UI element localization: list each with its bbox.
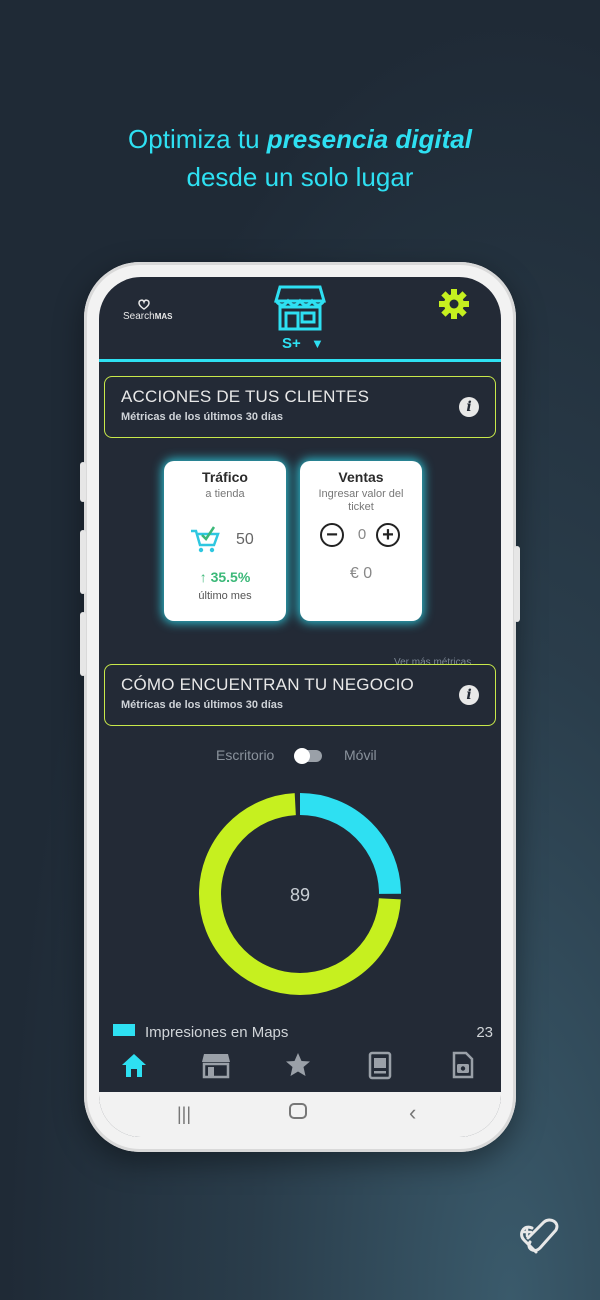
info-icon[interactable]: i (459, 685, 479, 705)
home-icon[interactable] (119, 1050, 149, 1080)
phone-side-button (80, 462, 86, 502)
traffic-card[interactable]: Tráfico a tienda 50 ↑ 35.5% último mes (164, 461, 286, 621)
phone-power-button (514, 546, 520, 622)
app-header: SearchMAS S+ ▼ (99, 277, 501, 362)
bottom-nav (99, 1042, 501, 1092)
phone-side-button (80, 530, 86, 594)
arrow-up-icon: ↑ (199, 569, 211, 585)
stepper-value[interactable]: 0 (354, 526, 370, 543)
device-toggle-row: Escritorio Móvil (99, 747, 501, 767)
recent-apps-icon[interactable]: ||| (177, 1104, 191, 1125)
header-divider (99, 359, 501, 362)
brand-heart-icon (138, 299, 150, 310)
traffic-change-value: 35.5% (210, 569, 251, 585)
section-title: ACCIONES DE TUS CLIENTES (121, 387, 370, 406)
section-title: CÓMO ENCUENTRAN TU NEGOCIO (121, 675, 414, 694)
photo-document-icon[interactable] (447, 1050, 477, 1080)
toggle-label-desktop: Escritorio (216, 747, 275, 763)
brand-name-prefix: Search (123, 311, 155, 322)
searchmas-logo-icon (520, 1218, 559, 1254)
app-screen: SearchMAS S+ ▼ ACCIONES DE TUS CLIENTES … (99, 277, 501, 1137)
section-clients-actions: ACCIONES DE TUS CLIENTES Métricas de los… (104, 376, 496, 438)
section-business-discovery: CÓMO ENCUENTRAN TU NEGOCIO Métricas de l… (104, 664, 496, 726)
traffic-change-label: último mes (198, 590, 252, 602)
store-selector-label: S+ (282, 335, 301, 352)
back-icon[interactable]: ‹ (409, 1100, 416, 1126)
legend-label: Impresiones en Maps (145, 1024, 289, 1041)
promo-line-2: desde un solo lugar (186, 162, 414, 192)
card-title: Tráfico (202, 469, 248, 485)
brand-logo: SearchMAS (123, 297, 172, 322)
document-icon[interactable] (365, 1050, 395, 1080)
store-icon[interactable] (201, 1050, 231, 1080)
gear-icon[interactable] (439, 289, 469, 319)
phone-frame: SearchMAS S+ ▼ ACCIONES DE TUS CLIENTES … (80, 262, 520, 1152)
promo-line-1-prefix: Optimiza tu (128, 124, 267, 154)
traffic-change: ↑ 35.5% (164, 569, 286, 585)
device-toggle-switch[interactable] (294, 748, 322, 764)
donut-center-value: 89 (290, 885, 310, 905)
phone-side-button (80, 612, 86, 676)
card-subtitle: Ingresar valor del ticket (318, 488, 404, 513)
minus-button[interactable]: − (320, 523, 344, 547)
chevron-down-icon: ▼ (310, 336, 324, 351)
store-icon[interactable] (274, 283, 326, 333)
traffic-value-row: 50 (190, 525, 270, 555)
plus-button[interactable]: + (376, 523, 400, 547)
ticket-stepper: − 0 + (320, 523, 404, 549)
donut-chart: 89 (199, 793, 401, 995)
store-selector[interactable]: S+ ▼ (282, 335, 324, 352)
promo-headline: Optimiza tu presencia digital desde un s… (0, 120, 600, 196)
toggle-label-mobile: Móvil (344, 747, 377, 763)
chart-legend: Impresiones en Maps 23 (113, 1020, 493, 1042)
shopping-cart-icon (191, 526, 220, 553)
sales-amount: € 0 (349, 565, 373, 582)
section-subtitle: Métricas de los últimos 30 días (121, 411, 284, 423)
system-nav-bar: ||| ‹ (99, 1092, 501, 1137)
brand-name-suffix: MAS (154, 312, 173, 321)
card-subtitle: a tienda (205, 488, 245, 500)
home-system-icon[interactable] (289, 1103, 307, 1119)
info-icon[interactable]: i (459, 397, 479, 417)
traffic-value: 50 (236, 531, 254, 548)
legend-value: 23 (476, 1024, 493, 1041)
promo-line-1: Optimiza tu presencia digital (0, 120, 600, 158)
star-icon[interactable] (283, 1050, 313, 1080)
section-subtitle: Métricas de los últimos 30 días (121, 699, 284, 711)
card-title: Ventas (338, 469, 384, 485)
toggle-knob (294, 748, 310, 764)
promo-line-1-emphasis: presencia digital (266, 124, 472, 154)
sales-card: Ventas Ingresar valor del ticket − 0 + €… (300, 461, 422, 621)
legend-swatch (113, 1024, 135, 1036)
